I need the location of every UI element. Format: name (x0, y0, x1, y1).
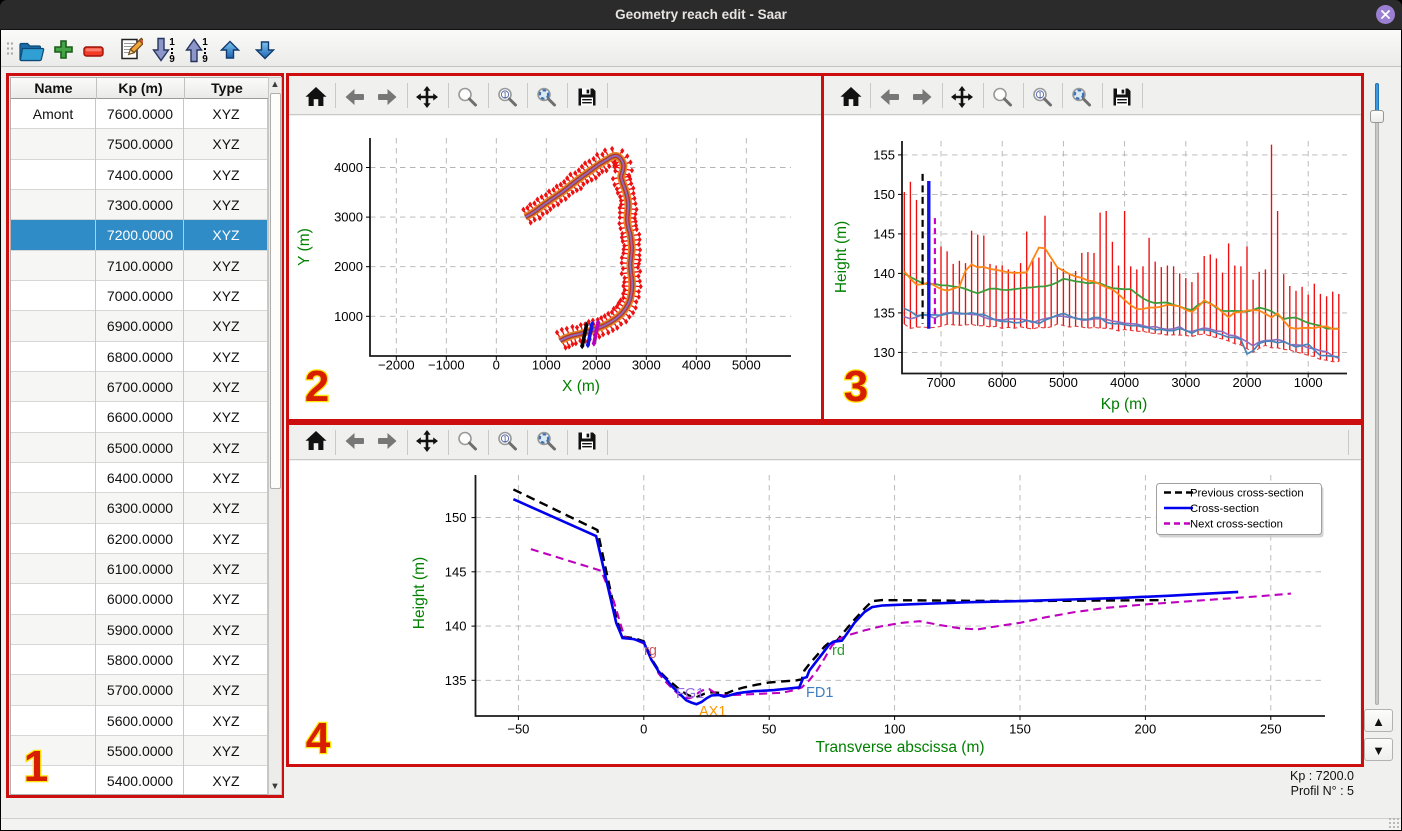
svg-text:Kp (m): Kp (m) (1101, 396, 1148, 413)
svg-text:135: 135 (873, 305, 895, 320)
svg-text:2000: 2000 (334, 259, 363, 274)
svg-text:2000: 2000 (582, 358, 611, 373)
svg-text:1: 1 (202, 37, 208, 48)
svg-text:5000: 5000 (732, 358, 761, 373)
svg-text:135: 135 (445, 673, 467, 688)
svg-text:145: 145 (445, 564, 467, 579)
svg-text:Cross-section: Cross-section (1190, 503, 1259, 515)
svg-text:9: 9 (202, 54, 208, 63)
svg-text:3000: 3000 (632, 358, 661, 373)
svg-text:250: 250 (1260, 722, 1282, 737)
svg-text:9: 9 (169, 54, 175, 63)
svg-text:100: 100 (884, 722, 906, 737)
svg-text:0: 0 (493, 358, 500, 373)
svg-text:140: 140 (873, 266, 895, 281)
svg-text:140: 140 (445, 619, 467, 634)
svg-text:6000: 6000 (988, 375, 1017, 390)
svg-text:150: 150 (1009, 722, 1031, 737)
svg-text:Transverse abscissa (m): Transverse abscissa (m) (815, 739, 984, 756)
svg-text:FG1: FG1 (676, 686, 704, 702)
svg-text:1: 1 (1038, 91, 1042, 100)
svg-text:1000: 1000 (1294, 375, 1323, 390)
svg-text:−2000: −2000 (378, 358, 415, 373)
svg-text:1000: 1000 (532, 358, 561, 373)
svg-text:FD1: FD1 (806, 685, 833, 701)
svg-text:1000: 1000 (334, 309, 363, 324)
svg-text:50: 50 (762, 722, 776, 737)
svg-text:3000: 3000 (1171, 375, 1200, 390)
svg-text:4000: 4000 (682, 358, 711, 373)
svg-text:2: 2 (305, 362, 329, 409)
svg-text:rg: rg (644, 643, 657, 659)
svg-text:1: 1 (503, 435, 507, 444)
svg-text:3000: 3000 (334, 210, 363, 225)
svg-text:−50: −50 (507, 722, 529, 737)
svg-text:4000: 4000 (1110, 375, 1139, 390)
svg-text:4: 4 (306, 714, 331, 761)
svg-text:0: 0 (640, 722, 647, 737)
svg-text:Height (m): Height (m) (411, 557, 428, 629)
svg-text:200: 200 (1135, 722, 1157, 737)
svg-text:rd: rd (832, 643, 845, 659)
svg-text:4000: 4000 (334, 160, 363, 175)
svg-text:X (m): X (m) (562, 378, 600, 395)
svg-text:Y (m): Y (m) (296, 228, 313, 266)
svg-text:Height (m): Height (m) (833, 221, 850, 293)
svg-text:5000: 5000 (1049, 375, 1078, 390)
svg-text:Next cross-section: Next cross-section (1190, 519, 1283, 531)
svg-text:3: 3 (844, 362, 868, 409)
svg-text:7000: 7000 (927, 375, 956, 390)
svg-text:150: 150 (445, 510, 467, 525)
svg-text:130: 130 (873, 345, 895, 360)
svg-text:Previous cross-section: Previous cross-section (1190, 488, 1304, 500)
svg-text:1: 1 (169, 37, 175, 48)
svg-text:155: 155 (873, 147, 895, 162)
svg-text:150: 150 (873, 187, 895, 202)
svg-text:AX1: AX1 (699, 704, 726, 720)
svg-text:1: 1 (24, 742, 48, 789)
svg-text:2000: 2000 (1233, 375, 1262, 390)
svg-text:1: 1 (503, 91, 507, 100)
svg-text:−1000: −1000 (428, 358, 465, 373)
svg-text:145: 145 (873, 226, 895, 241)
